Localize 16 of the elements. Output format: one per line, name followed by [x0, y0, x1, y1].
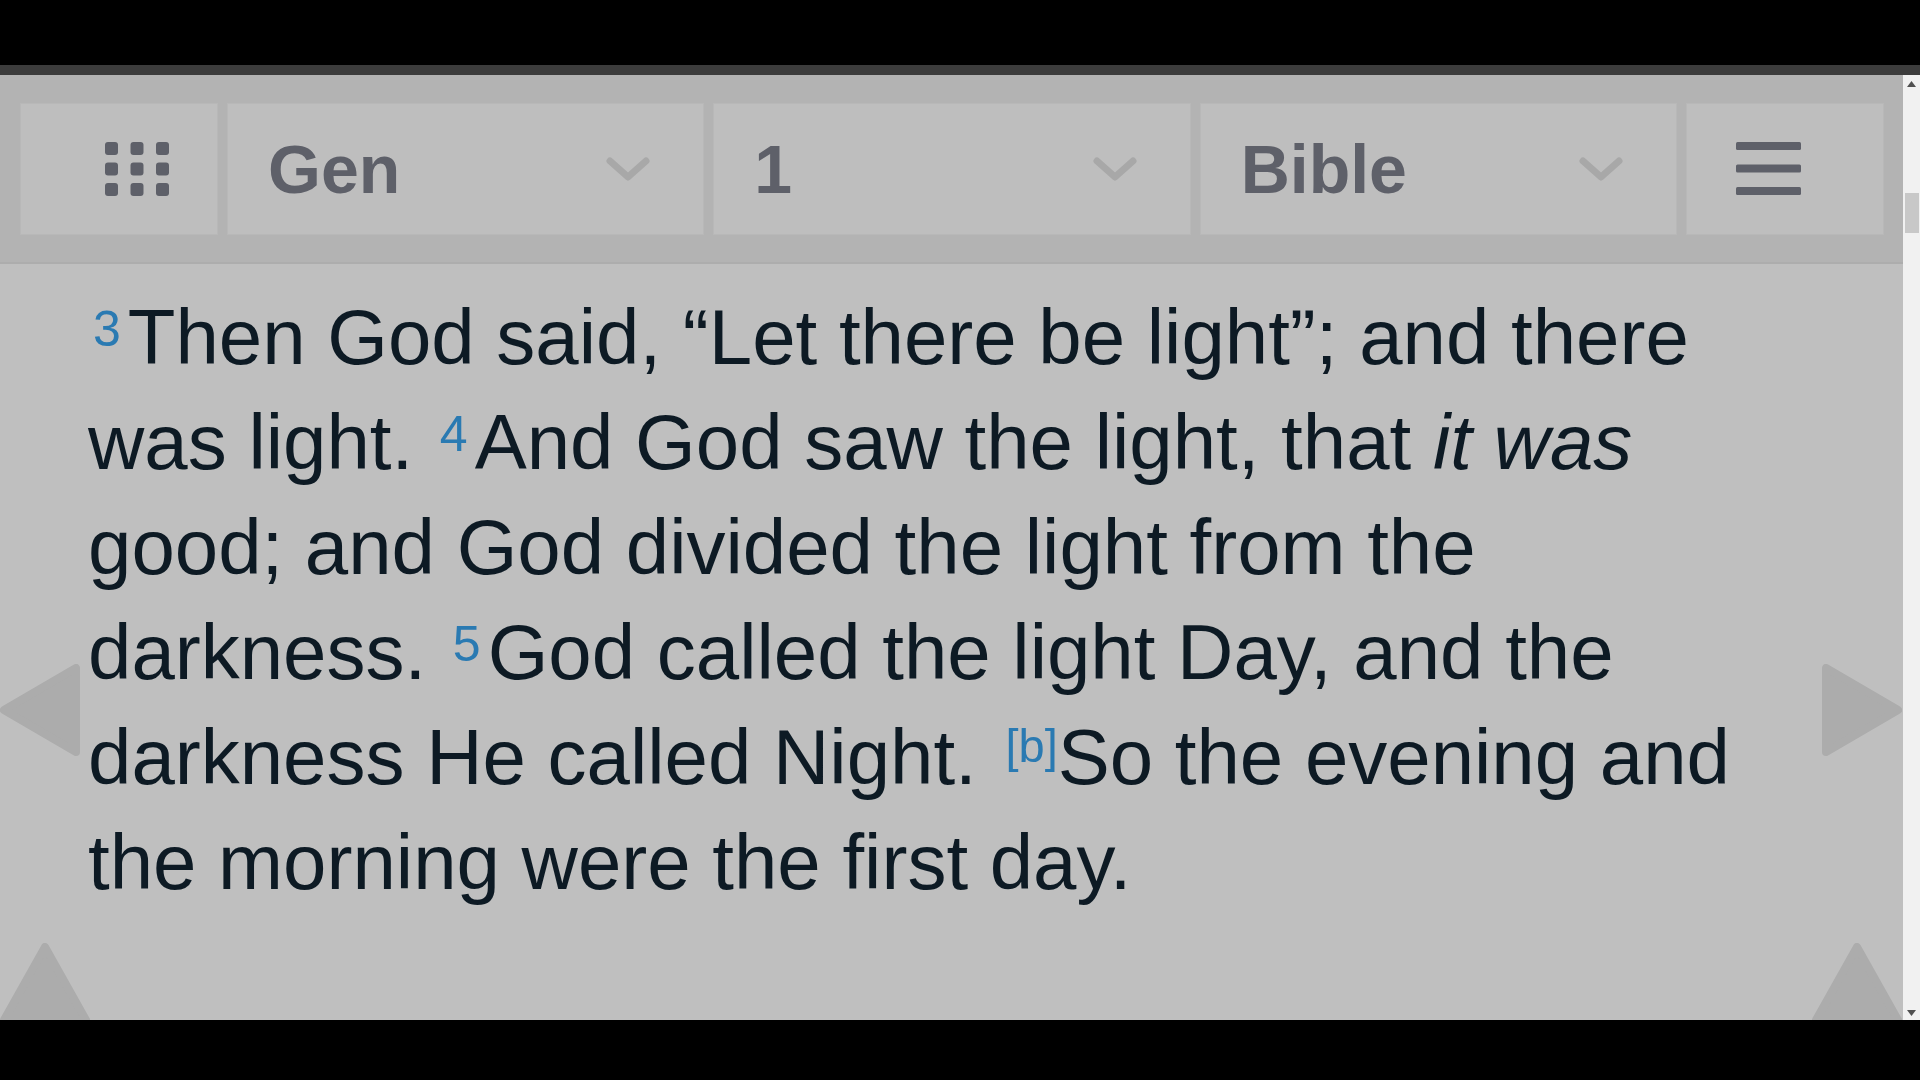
footnote-link[interactable]: [b]: [998, 719, 1058, 772]
scroll-up-icon[interactable]: [1907, 81, 1916, 87]
verse-paragraph: $^{3}$Then God said, “Let there be light”; and there was light. $^{4}$And God saw the light, that it was good; and God divided the light from the darkness. $^{5}$God called the light Day, and the darkness He called Night. $^{[b]}$So the evening and the morning were the first day.: [88, 292, 1731, 908]
grid-icon: [105, 141, 169, 196]
scrollbar[interactable]: [1903, 75, 1920, 1020]
menu-icon: [1736, 142, 1801, 195]
dropdown-select[interactable]: 1: [713, 102, 1191, 235]
up-triangle-icon[interactable]: [1812, 943, 1902, 1020]
dropdown-select[interactable]: Bible: [1199, 102, 1677, 235]
scroll-down-icon[interactable]: [1907, 1010, 1916, 1016]
up-triangle-icon[interactable]: [0, 943, 90, 1020]
right-triangle-icon[interactable]: [1822, 664, 1902, 756]
dropdown-select[interactable]: Gen: [227, 102, 705, 235]
grid-button[interactable]: [20, 102, 218, 235]
menu-button[interactable]: [1686, 102, 1884, 235]
scrollbar-thumb[interactable]: [1904, 193, 1919, 233]
